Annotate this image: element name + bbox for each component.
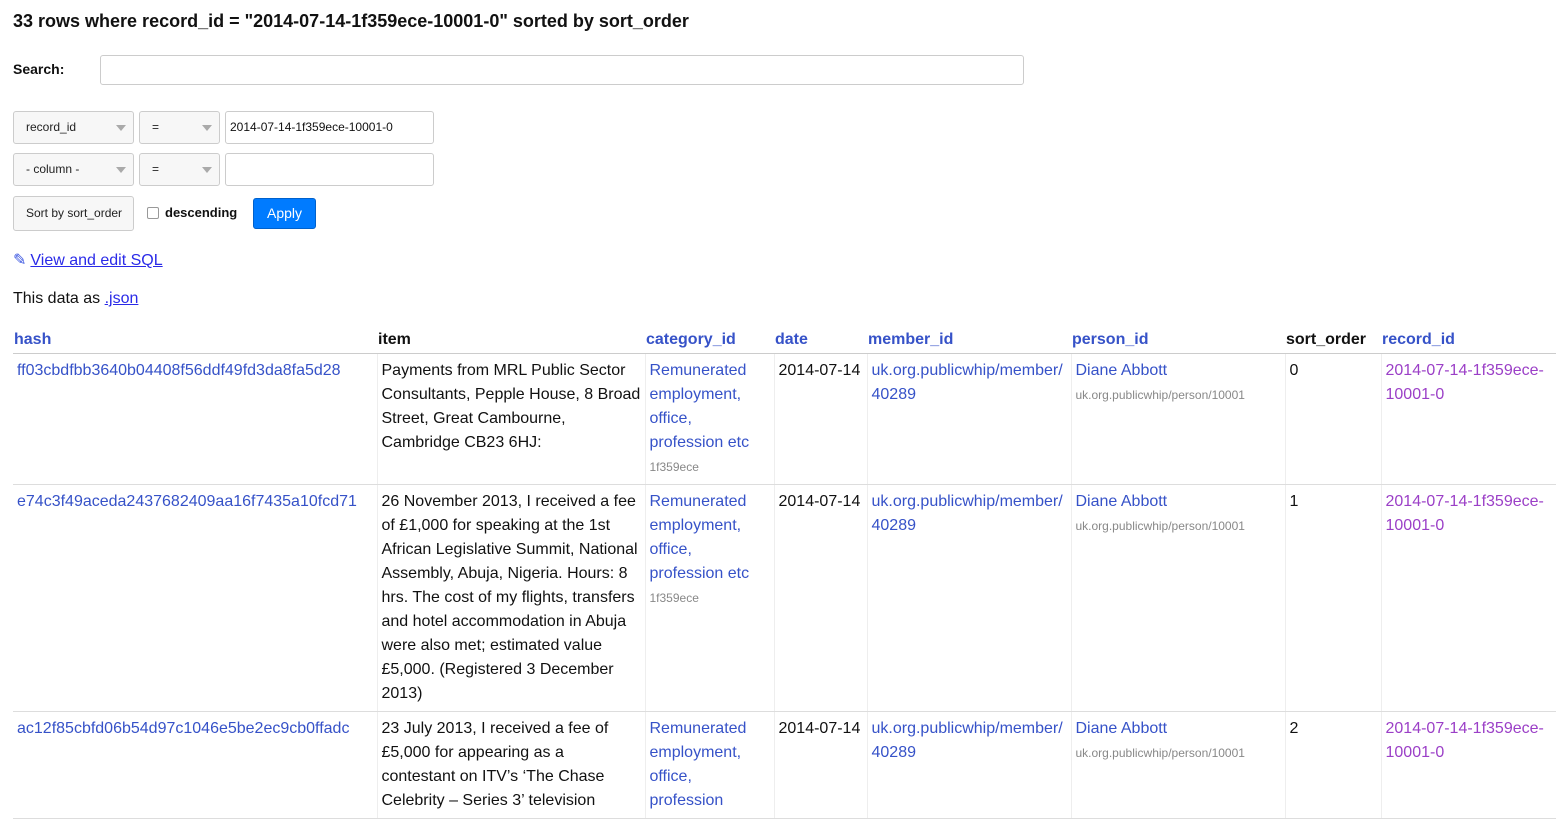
column-header-item: item xyxy=(377,328,645,354)
filter-value-input-1[interactable]: 2014-07-14-1f359ece-10001-0 xyxy=(225,111,434,144)
item-cell: Payments from MRL Public Sector Consulta… xyxy=(377,353,646,485)
person-link[interactable]: Diane Abbott xyxy=(1076,720,1168,737)
view-sql-link[interactable]: View and edit SQL xyxy=(30,252,162,269)
filter-value-input-2[interactable] xyxy=(225,153,434,186)
record-link[interactable]: 2014-07-14-1f359ece-10001-0 xyxy=(1386,362,1544,403)
filter-column-value: record_id xyxy=(26,120,77,134)
hash-link[interactable]: ff03cbdfbb3640b04408f56ddf49fd3da8fa5d28 xyxy=(17,362,341,379)
table-row: ac12f85cbfd06b54d97c1046e5be2ec9cb0ffadc… xyxy=(13,711,1556,819)
date-cell: 2014-07-14 xyxy=(774,484,868,712)
data-as-label: This data as xyxy=(13,290,101,307)
chevron-down-icon xyxy=(202,167,212,173)
category-link[interactable]: Remunerated employment, office, professi… xyxy=(650,493,750,582)
member-link[interactable]: uk.org.publicwhip/member/40289 xyxy=(872,493,1063,534)
person-link[interactable]: Diane Abbott xyxy=(1076,493,1168,510)
date-cell: 2014-07-14 xyxy=(774,711,868,819)
column-header-record-id[interactable]: record_id xyxy=(1381,328,1556,354)
filter-op-value: = xyxy=(152,162,160,176)
person-link[interactable]: Diane Abbott xyxy=(1076,362,1168,379)
table-header-row: hash item category_id date member_id per… xyxy=(13,328,1556,354)
item-cell: 23 July 2013, I received a fee of £5,000… xyxy=(377,711,646,819)
chevron-down-icon xyxy=(116,167,126,173)
column-header-person-id[interactable]: person_id xyxy=(1071,328,1285,354)
data-export-row: This data as .json xyxy=(13,290,138,308)
filter-op-value: = xyxy=(152,120,160,134)
item-cell: 26 November 2013, I received a fee of £1… xyxy=(377,484,646,712)
category-link[interactable]: Remunerated employment, office, professi… xyxy=(650,720,747,809)
column-header-member-id[interactable]: member_id xyxy=(867,328,1071,354)
pencil-icon: ✎ xyxy=(13,252,27,269)
descending-label: descending xyxy=(165,205,238,220)
search-label: Search: xyxy=(13,61,65,77)
chevron-down-icon xyxy=(202,125,212,131)
date-cell: 2014-07-14 xyxy=(774,353,868,485)
chevron-down-icon xyxy=(116,125,126,131)
view-sql-row: ✎ View and edit SQL xyxy=(13,250,163,270)
filter-op-select-1[interactable]: = xyxy=(139,111,220,144)
column-header-sort-order: sort_order xyxy=(1285,328,1381,354)
category-link[interactable]: Remunerated employment, office, professi… xyxy=(650,362,750,451)
record-link[interactable]: 2014-07-14-1f359ece-10001-0 xyxy=(1386,493,1544,534)
results-table: hash item category_id date member_id per… xyxy=(13,328,1556,819)
apply-button[interactable]: Apply xyxy=(253,198,316,229)
column-header-date[interactable]: date xyxy=(774,328,867,354)
category-sub: 1f359ece xyxy=(649,460,699,474)
category-sub: 1f359ece xyxy=(649,591,699,605)
person-sub: uk.org.publicwhip/person/10001 xyxy=(1075,388,1245,402)
filter-column-select-2[interactable]: - column - xyxy=(13,153,134,186)
column-header-category-id[interactable]: category_id xyxy=(645,328,774,354)
person-sub: uk.org.publicwhip/person/10001 xyxy=(1075,519,1245,533)
sort-order-cell: 2 xyxy=(1285,711,1382,819)
sort-order-cell: 0 xyxy=(1285,353,1382,485)
filter-op-select-2[interactable]: = xyxy=(139,153,220,186)
member-link[interactable]: uk.org.publicwhip/member/40289 xyxy=(872,362,1063,403)
sort-order-cell: 1 xyxy=(1285,484,1382,712)
descending-checkbox[interactable] xyxy=(147,207,159,219)
hash-link[interactable]: e74c3f49aceda2437682409aa16f7435a10fcd71 xyxy=(17,493,357,510)
filter-column-value: - column - xyxy=(26,162,80,176)
table-row: ff03cbdfbb3640b04408f56ddf49fd3da8fa5d28… xyxy=(13,353,1556,485)
hash-link[interactable]: ac12f85cbfd06b54d97c1046e5be2ec9cb0ffadc xyxy=(17,720,349,737)
filter-column-select-1[interactable]: record_id xyxy=(13,111,134,144)
json-link[interactable]: .json xyxy=(105,290,139,307)
search-input[interactable] xyxy=(100,55,1024,85)
member-link[interactable]: uk.org.publicwhip/member/40289 xyxy=(872,720,1063,761)
page-title: 33 rows where record_id = "2014-07-14-1f… xyxy=(13,11,689,31)
column-header-hash[interactable]: hash xyxy=(13,328,377,354)
record-link[interactable]: 2014-07-14-1f359ece-10001-0 xyxy=(1386,720,1544,761)
table-row: e74c3f49aceda2437682409aa16f7435a10fcd71… xyxy=(13,484,1556,712)
person-sub: uk.org.publicwhip/person/10001 xyxy=(1075,746,1245,760)
sort-select[interactable]: Sort by sort_order xyxy=(13,196,134,231)
